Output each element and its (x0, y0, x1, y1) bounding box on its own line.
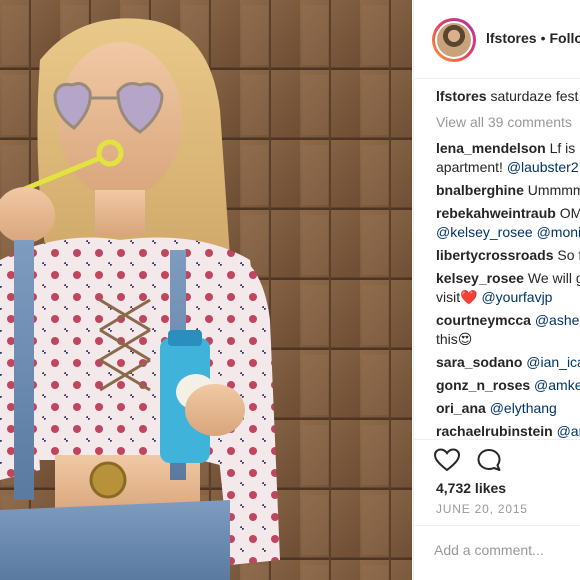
username-link[interactable]: lfstores (486, 30, 537, 46)
list-item: courtneymcca @ashel this😍 (436, 311, 580, 349)
comment-username[interactable]: bnalberghine (436, 182, 524, 198)
comments-list: lena_mendelson Lf is r apartment! @laubs… (436, 139, 580, 445)
post-photo[interactable] (0, 0, 412, 580)
heart-eyes-emoji-icon: 😍 (457, 331, 473, 347)
post-actions (433, 448, 514, 476)
caption-text: saturdaze fest (486, 88, 579, 104)
post-header: lfstores • Follo (414, 0, 580, 79)
likes-count[interactable]: 4,732 likes (436, 480, 506, 496)
comment-mention[interactable]: @am (557, 423, 580, 439)
comment-username[interactable]: gonz_n_roses (436, 377, 530, 393)
list-item: lena_mendelson Lf is r apartment! @laubs… (436, 139, 580, 177)
comment-text: So f (553, 247, 580, 263)
comment-mention[interactable]: @elythang (490, 400, 557, 416)
photo-illustration (0, 0, 412, 580)
caption-username[interactable]: lfstores (436, 88, 487, 104)
post-caption: lfstores saturdaze fest (436, 88, 578, 104)
comment-bubble-icon[interactable] (476, 448, 502, 472)
comment-username[interactable]: libertycrossroads (436, 247, 554, 263)
comment-username[interactable]: rebekahweintraub (436, 205, 556, 221)
list-item: ori_ana @elythang (436, 399, 580, 418)
view-all-comments-link[interactable]: View all 39 comments (436, 114, 572, 130)
header-separator: • (540, 30, 546, 46)
comment-username[interactable]: sara_sodano (436, 354, 522, 370)
comment-mention[interactable]: @yourfavjp (481, 289, 552, 305)
post-date[interactable]: JUNE 20, 2015 (436, 502, 528, 516)
list-item: bnalberghine Ummmm (436, 181, 580, 200)
list-item: rebekahweintraub OM @kelsey_rosee @monic (436, 204, 580, 242)
post-sidebar: lfstores • Follo lfstores saturdaze fest V… (413, 0, 580, 580)
list-item: gonz_n_roses @amkell (436, 376, 580, 395)
comment-username[interactable]: ori_ana (436, 400, 486, 416)
divider (414, 439, 580, 440)
comment-mention[interactable]: @ian_icar (526, 354, 580, 370)
comment-text: apartment! (436, 159, 507, 175)
heart-emoji-icon: ❤️ (460, 289, 478, 305)
avatar[interactable] (432, 18, 476, 62)
comment-text: OM (555, 205, 580, 221)
comment-mention[interactable]: @ashel (535, 312, 580, 328)
comment-username[interactable]: courtneymcca (436, 312, 531, 328)
heart-icon[interactable] (433, 448, 461, 472)
add-comment-input[interactable] (434, 538, 574, 562)
divider (414, 525, 580, 526)
comment-username[interactable]: rachaelrubinstein (436, 423, 553, 439)
comment-text: We will g (523, 270, 580, 286)
comment-text: Ummmm (523, 182, 580, 198)
comment-mention[interactable]: @kelsey_rosee (436, 224, 533, 240)
list-item: sara_sodano @ian_icar (436, 353, 580, 372)
comment-mention[interactable]: @amkell (534, 377, 580, 393)
avatar-image (435, 21, 473, 59)
follow-button[interactable]: Follo (549, 30, 580, 46)
comment-text: this (436, 331, 458, 347)
comment-text: visit (436, 289, 461, 305)
comment-mention[interactable]: @laubster2 (507, 159, 579, 175)
list-item: libertycrossroads So f (436, 246, 580, 265)
comment-text: Lf is r (549, 140, 580, 156)
header-text: lfstores • Follo (486, 30, 580, 46)
comment-username[interactable]: lena_mendelson (436, 140, 546, 156)
comment-mention[interactable]: @monic (537, 224, 580, 240)
list-item: kelsey_rosee We will g visit❤️ @yourfavj… (436, 269, 580, 307)
comment-username[interactable]: kelsey_rosee (436, 270, 524, 286)
